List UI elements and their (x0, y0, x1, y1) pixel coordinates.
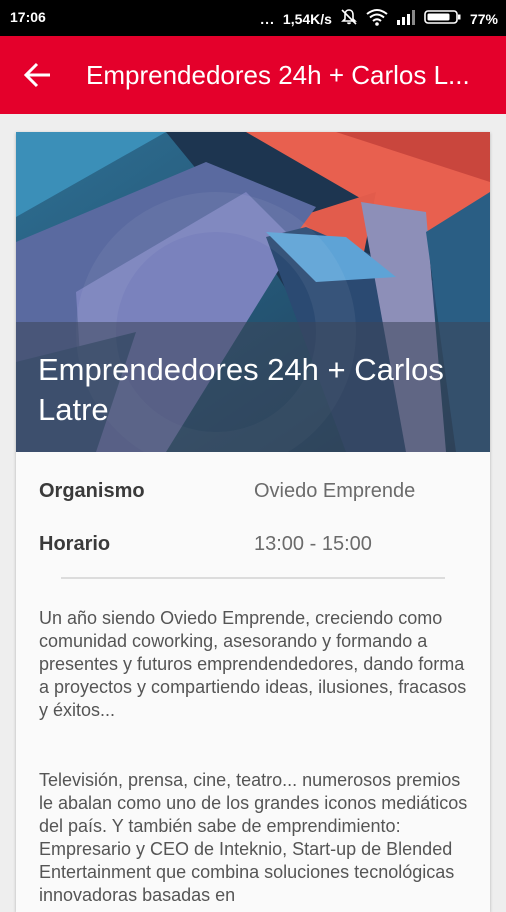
detail-value: Oviedo Emprende (254, 480, 416, 502)
arrow-left-icon (20, 62, 56, 97)
detail-row-horario: Horario 13:00 - 15:00 (39, 533, 469, 563)
event-card: Emprendedores 24h + Carlos Latre Organis… (16, 132, 490, 912)
detail-row-organismo: Organismo Oviedo Emprende (39, 480, 469, 510)
network-speed: 1,54K/s (282, 10, 332, 27)
event-description-paragraph: Televisión, prensa, cine, teatro... nume… (39, 770, 468, 905)
battery-icon (424, 9, 462, 28)
mute-bell-icon (340, 8, 358, 29)
app-bar: Emprendedores 24h + Carlos L... (0, 36, 506, 114)
status-more-dots: ... (260, 10, 275, 27)
back-button[interactable] (20, 57, 56, 93)
event-description-paragraph: Un año siendo Oviedo Emprende, creciendo… (39, 608, 467, 720)
status-icons: ... 1,54K/s 77% (260, 8, 498, 29)
battery-percent: 77% (469, 10, 498, 27)
divider (61, 577, 445, 579)
detail-value: 13:00 - 15:00 (254, 533, 372, 555)
signal-icon (396, 9, 416, 28)
app-bar-title: Emprendedores 24h + Carlos L... (86, 60, 470, 90)
event-hero-image: Emprendedores 24h + Carlos Latre (16, 132, 490, 452)
wifi-icon (366, 8, 388, 29)
status-time: 17:06 (10, 9, 46, 25)
detail-label: Horario (39, 533, 111, 555)
hero-caption-overlay: Emprendedores 24h + Carlos Latre (16, 322, 490, 452)
detail-label: Organismo (39, 480, 145, 502)
status-bar: 17:06 ... 1,54K/s 77% (0, 0, 506, 36)
event-title: Emprendedores 24h + Carlos Latre (38, 352, 444, 427)
